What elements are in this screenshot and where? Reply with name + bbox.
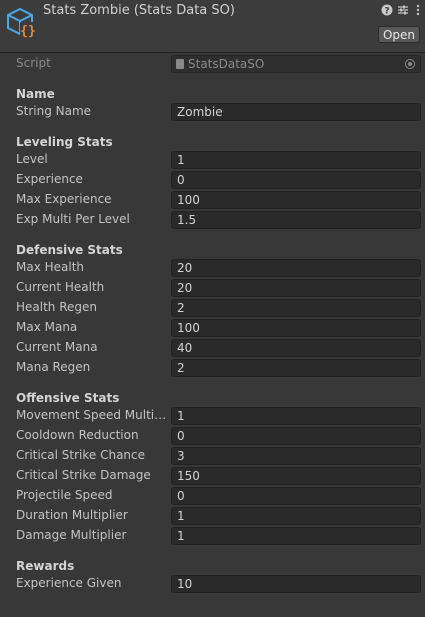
- kebab-menu-icon[interactable]: [411, 4, 425, 18]
- cooldown-reduction-label: Cooldown Reduction: [16, 428, 139, 442]
- experience-given-label: Experience Given: [16, 576, 122, 590]
- open-button[interactable]: Open: [378, 26, 420, 43]
- experience-label: Experience: [16, 172, 83, 186]
- damage-multiplier-label: Damage Multiplier: [16, 528, 127, 542]
- current-mana-input[interactable]: 40: [171, 339, 421, 357]
- string-name-input[interactable]: Zombie: [171, 103, 421, 121]
- string-name-label: String Name: [16, 104, 92, 118]
- section-rewards-header: Rewards: [16, 559, 75, 573]
- field-row-damage-multiplier: Damage Multiplier 1: [0, 526, 425, 546]
- current-health-label: Current Health: [16, 280, 105, 294]
- field-row-duration-multiplier: Duration Multiplier 1: [0, 506, 425, 526]
- max-experience-input[interactable]: 100: [171, 191, 421, 209]
- projectile-speed-input[interactable]: 0: [171, 487, 421, 505]
- inspector-title: Stats Zombie (Stats Data SO): [43, 3, 235, 18]
- script-label: Script: [16, 56, 51, 70]
- field-row-projectile-speed: Projectile Speed 0: [0, 486, 425, 506]
- svg-text:?: ?: [384, 7, 389, 17]
- mana-regen-input[interactable]: 2: [171, 359, 421, 377]
- script-object-field[interactable]: StatsDataSO: [171, 55, 421, 73]
- field-row-cooldown-reduction: Cooldown Reduction 0: [0, 426, 425, 446]
- section-leveling-header: Leveling Stats: [16, 135, 113, 149]
- current-mana-label: Current Mana: [16, 340, 98, 354]
- level-input[interactable]: 1: [171, 151, 421, 169]
- crit-chance-input[interactable]: 3: [171, 447, 421, 465]
- field-row-crit-damage: Critical Strike Damage 150: [0, 466, 425, 486]
- field-row-max-experience: Max Experience 100: [0, 190, 425, 210]
- damage-multiplier-input[interactable]: 1: [171, 527, 421, 545]
- section-name-header: Name: [16, 87, 55, 101]
- exp-multi-input[interactable]: 1.5: [171, 211, 421, 229]
- field-row-mana-regen: Mana Regen 2: [0, 358, 425, 378]
- field-row-crit-chance: Critical Strike Chance 3: [0, 446, 425, 466]
- health-regen-label: Health Regen: [16, 300, 98, 314]
- max-health-label: Max Health: [16, 260, 85, 274]
- svg-text:{}: {}: [20, 24, 36, 39]
- help-icon[interactable]: ?: [380, 4, 394, 18]
- field-row-movement-speed: Movement Speed Multipl... 1: [0, 406, 425, 426]
- field-row-experience: Experience 0: [0, 170, 425, 190]
- inspector-header: {} Stats Zombie (Stats Data SO) ? Open: [0, 0, 425, 53]
- field-row-experience-given: Experience Given 10: [0, 574, 425, 594]
- mana-regen-label: Mana Regen: [16, 360, 91, 374]
- duration-multiplier-label: Duration Multiplier: [16, 508, 128, 522]
- field-row-level: Level 1: [0, 150, 425, 170]
- experience-given-input[interactable]: 10: [171, 575, 421, 593]
- exp-multi-label: Exp Multi Per Level: [16, 212, 130, 226]
- object-picker-icon[interactable]: [405, 59, 415, 69]
- max-experience-label: Max Experience: [16, 192, 112, 206]
- experience-input[interactable]: 0: [171, 171, 421, 189]
- max-mana-label: Max Mana: [16, 320, 78, 334]
- max-health-input[interactable]: 20: [171, 259, 421, 277]
- level-label: Level: [16, 152, 48, 166]
- field-row-current-mana: Current Mana 40: [0, 338, 425, 358]
- field-row-max-mana: Max Mana 100: [0, 318, 425, 338]
- script-row: Script StatsDataSO: [0, 54, 425, 74]
- field-row-exp-multi: Exp Multi Per Level 1.5: [0, 210, 425, 230]
- section-defensive-header: Defensive Stats: [16, 243, 123, 257]
- duration-multiplier-input[interactable]: 1: [171, 507, 421, 525]
- field-row-max-health: Max Health 20: [0, 258, 425, 278]
- projectile-speed-label: Projectile Speed: [16, 488, 113, 502]
- health-regen-input[interactable]: 2: [171, 299, 421, 317]
- crit-damage-input[interactable]: 150: [171, 467, 421, 485]
- field-row-health-regen: Health Regen 2: [0, 298, 425, 318]
- movement-speed-input[interactable]: 1: [171, 407, 421, 425]
- script-file-icon: [176, 59, 184, 69]
- movement-speed-label: Movement Speed Multipl...: [16, 408, 168, 422]
- field-row-string-name: String Name Zombie: [0, 102, 425, 122]
- field-row-current-health: Current Health 20: [0, 278, 425, 298]
- scriptable-object-icon: {}: [7, 7, 36, 39]
- crit-chance-label: Critical Strike Chance: [16, 448, 146, 462]
- crit-damage-label: Critical Strike Damage: [16, 468, 151, 482]
- presets-icon[interactable]: [396, 4, 410, 18]
- section-offensive-header: Offensive Stats: [16, 391, 120, 405]
- max-mana-input[interactable]: 100: [171, 319, 421, 337]
- script-value: StatsDataSO: [188, 57, 265, 71]
- current-health-input[interactable]: 20: [171, 279, 421, 297]
- cooldown-reduction-input[interactable]: 0: [171, 427, 421, 445]
